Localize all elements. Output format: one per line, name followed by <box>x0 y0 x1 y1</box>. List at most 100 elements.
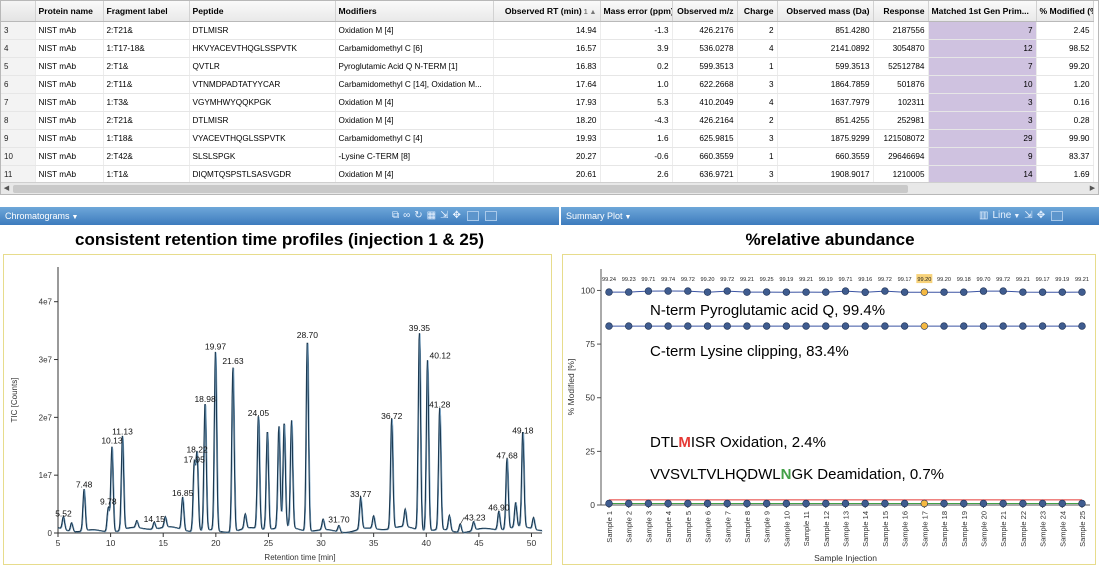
col-header-mass-error[interactable]: Mass error (ppm) <box>600 1 673 22</box>
export-icon[interactable]: ⇲ <box>440 207 448 225</box>
summary-toolbar: ▥ Line ▼ ⇲ ✥ <box>979 207 1064 226</box>
data-point <box>723 322 731 330</box>
data-point <box>940 322 948 330</box>
table-row[interactable]: 3 NIST mAb 2:T21& DTLMISR Oxidation M [4] 14.… <box>1 21 1094 40</box>
data-point <box>920 322 929 330</box>
minimize-icon[interactable] <box>1051 211 1064 221</box>
scrollbar-thumb[interactable] <box>13 185 908 193</box>
x-tick-label: Sample 5 <box>684 511 693 543</box>
cell-response: 102311 <box>873 93 929 112</box>
col-header-modified[interactable]: % Modified (%) <box>1036 1 1094 22</box>
row-number: 8 <box>1 111 36 130</box>
cell-protein: NIST mAb <box>35 57 104 76</box>
col-header-mass[interactable]: Observed mass (Da) <box>777 1 874 22</box>
cell-protein: NIST mAb <box>35 93 104 112</box>
x-tick-label: 20 <box>211 538 221 548</box>
cell-mass: 2141.0892 <box>777 39 874 58</box>
data-point <box>861 499 869 508</box>
chromatograms-toolbar: ⧉ ∞ ↻ ▦ ⇲ ✥ <box>392 207 497 225</box>
cell-modifiers: Oxidation M [4] <box>335 93 494 112</box>
y-tick-label: 0 <box>590 500 595 510</box>
col-header-modifiers[interactable]: Modifiers <box>335 1 494 22</box>
chevron-down-icon: ▼ <box>624 214 632 221</box>
summary-svg: 0 25 50 75 100 % Modified [%] Sample Injection… <box>566 269 1090 563</box>
col-header-matched[interactable]: Matched 1st Gen Prim... <box>928 1 1037 22</box>
table-row[interactable]: 5 NIST mAb 2:T1& QVTLR Pyroglutamic Acid Q N… <box>1 57 1094 76</box>
data-label: 99.17 <box>898 277 912 283</box>
data-point <box>822 499 830 508</box>
y-tick-label: 75 <box>586 339 596 349</box>
export-icon[interactable]: ⇲ <box>1024 207 1032 225</box>
cell-modifiers: Oxidation M [4] <box>335 165 494 184</box>
peak-label: 19.97 <box>205 342 227 352</box>
cell-response: 501876 <box>873 75 929 94</box>
table-icon[interactable]: ▦ <box>427 207 436 225</box>
cell-peptide: VTNMDPADTATYYCAR <box>189 75 336 94</box>
cell-protein: NIST mAb <box>35 165 104 184</box>
scroll-left-icon[interactable]: ◀ <box>1 183 12 194</box>
chromatograms-tab[interactable]: Chromatograms ▼ <box>5 211 78 221</box>
data-point <box>743 288 751 296</box>
refresh-icon[interactable]: ↻ <box>414 207 422 225</box>
col-header-charge[interactable]: Charge <box>737 1 778 22</box>
data-label: 99.72 <box>996 277 1010 283</box>
results-grid[interactable]: Protein name Fragment label Peptide Modi… <box>0 0 1099 195</box>
maximize-icon[interactable] <box>484 211 497 221</box>
cell-response: 29646694 <box>873 147 929 166</box>
col-header-response[interactable]: Response <box>873 1 929 22</box>
cell-modified: 0.28 <box>1036 111 1094 130</box>
peak-label: 39.35 <box>409 323 431 333</box>
horizontal-scrollbar[interactable]: ◀ ▶ <box>1 182 1098 194</box>
link-icon[interactable]: ∞ <box>403 207 410 225</box>
table-row[interactable]: 11 NIST mAb 1:T1& DIQMTQSPSTLSASVGDR Oxidati… <box>1 165 1094 184</box>
cell-modifiers: Oxidation M [4] <box>335 21 494 40</box>
cell-modified: 99.20 <box>1036 57 1094 76</box>
col-header-protein[interactable]: Protein name <box>35 1 104 22</box>
summary-plot-tab[interactable]: Summary Plot ▼ <box>566 211 631 221</box>
move-icon[interactable]: ✥ <box>453 207 461 225</box>
col-header-fragment[interactable]: Fragment label <box>103 1 190 22</box>
cell-rt: 17.64 <box>493 75 601 94</box>
view-dropdown[interactable]: Line ▼ <box>992 207 1020 226</box>
cell-charge: 1 <box>737 147 778 166</box>
cell-mz: 636.9721 <box>672 165 738 184</box>
cell-matched: 12 <box>928 39 1037 58</box>
copy-icon[interactable]: ⧉ <box>392 207 399 225</box>
cell-modifiers: -Lysine C-TERM [8] <box>335 147 494 166</box>
table-row[interactable]: 8 NIST mAb 2:T21& DTLMISR Oxidation M [4] 18.… <box>1 111 1094 130</box>
peak-label: 17.95 <box>184 455 206 465</box>
sort-indicator: 1 ▲ <box>583 8 597 16</box>
table-corner[interactable] <box>1 1 36 22</box>
cell-protein: NIST mAb <box>35 111 104 130</box>
table-row[interactable]: 9 NIST mAb 1:T18& VYACEVTHQGLSSPVTK Carbamid… <box>1 129 1094 148</box>
col-header-peptide[interactable]: Peptide <box>189 1 336 22</box>
scroll-right-icon[interactable]: ▶ <box>1087 183 1098 194</box>
summary-plot[interactable]: 0 25 50 75 100 % Modified [%] Sample Injection… <box>562 254 1096 565</box>
move-icon[interactable]: ✥ <box>1037 207 1045 225</box>
data-point <box>625 288 633 296</box>
cell-mass-error: 1.0 <box>600 75 673 94</box>
col-header-rt[interactable]: Observed RT (min) 1 ▲ <box>493 1 601 22</box>
cell-mass-error: 1.6 <box>600 129 673 148</box>
series-annotation: DTLMISR Oxidation, 2.4% <box>650 434 826 451</box>
cell-charge: 2 <box>737 21 778 40</box>
cell-peptide: HKVYACEVTHQGLSSPVTK <box>189 39 336 58</box>
minimize-icon[interactable] <box>466 211 479 221</box>
cell-modified: 83.37 <box>1036 147 1094 166</box>
app-window: Protein name Fragment label Peptide Modi… <box>0 0 1099 569</box>
table-row[interactable]: 4 NIST mAb 1:T17-18& HKVYACEVTHQGLSSPVTK Car… <box>1 39 1094 58</box>
data-point <box>703 499 712 508</box>
bar-chart-icon[interactable]: ▥ <box>979 207 988 225</box>
data-point <box>960 322 968 330</box>
cell-charge: 1 <box>737 57 778 76</box>
data-point <box>979 499 988 508</box>
x-tick-label: 45 <box>474 538 484 548</box>
data-point <box>1058 288 1066 296</box>
table-row[interactable]: 10 NIST mAb 2:T42& SLSLSPGK -Lysine C-TERM [… <box>1 147 1094 166</box>
data-label: 99.19 <box>1055 277 1069 283</box>
col-header-mz[interactable]: Observed m/z <box>672 1 738 22</box>
chromatogram-plot[interactable]: 0 1e7 2e7 3e7 4e7 5 10 15 20 25 30 35 40 45 50 Retentio… <box>3 254 552 565</box>
table-row[interactable]: 6 NIST mAb 2:T11& VTNMDPADTATYYCAR Carbamido… <box>1 75 1094 94</box>
y-axis-label: TIC [Counts] <box>10 378 19 423</box>
table-row[interactable]: 7 NIST mAb 1:T3& VGYMHWYQQKPGK Oxidation M [… <box>1 93 1094 112</box>
